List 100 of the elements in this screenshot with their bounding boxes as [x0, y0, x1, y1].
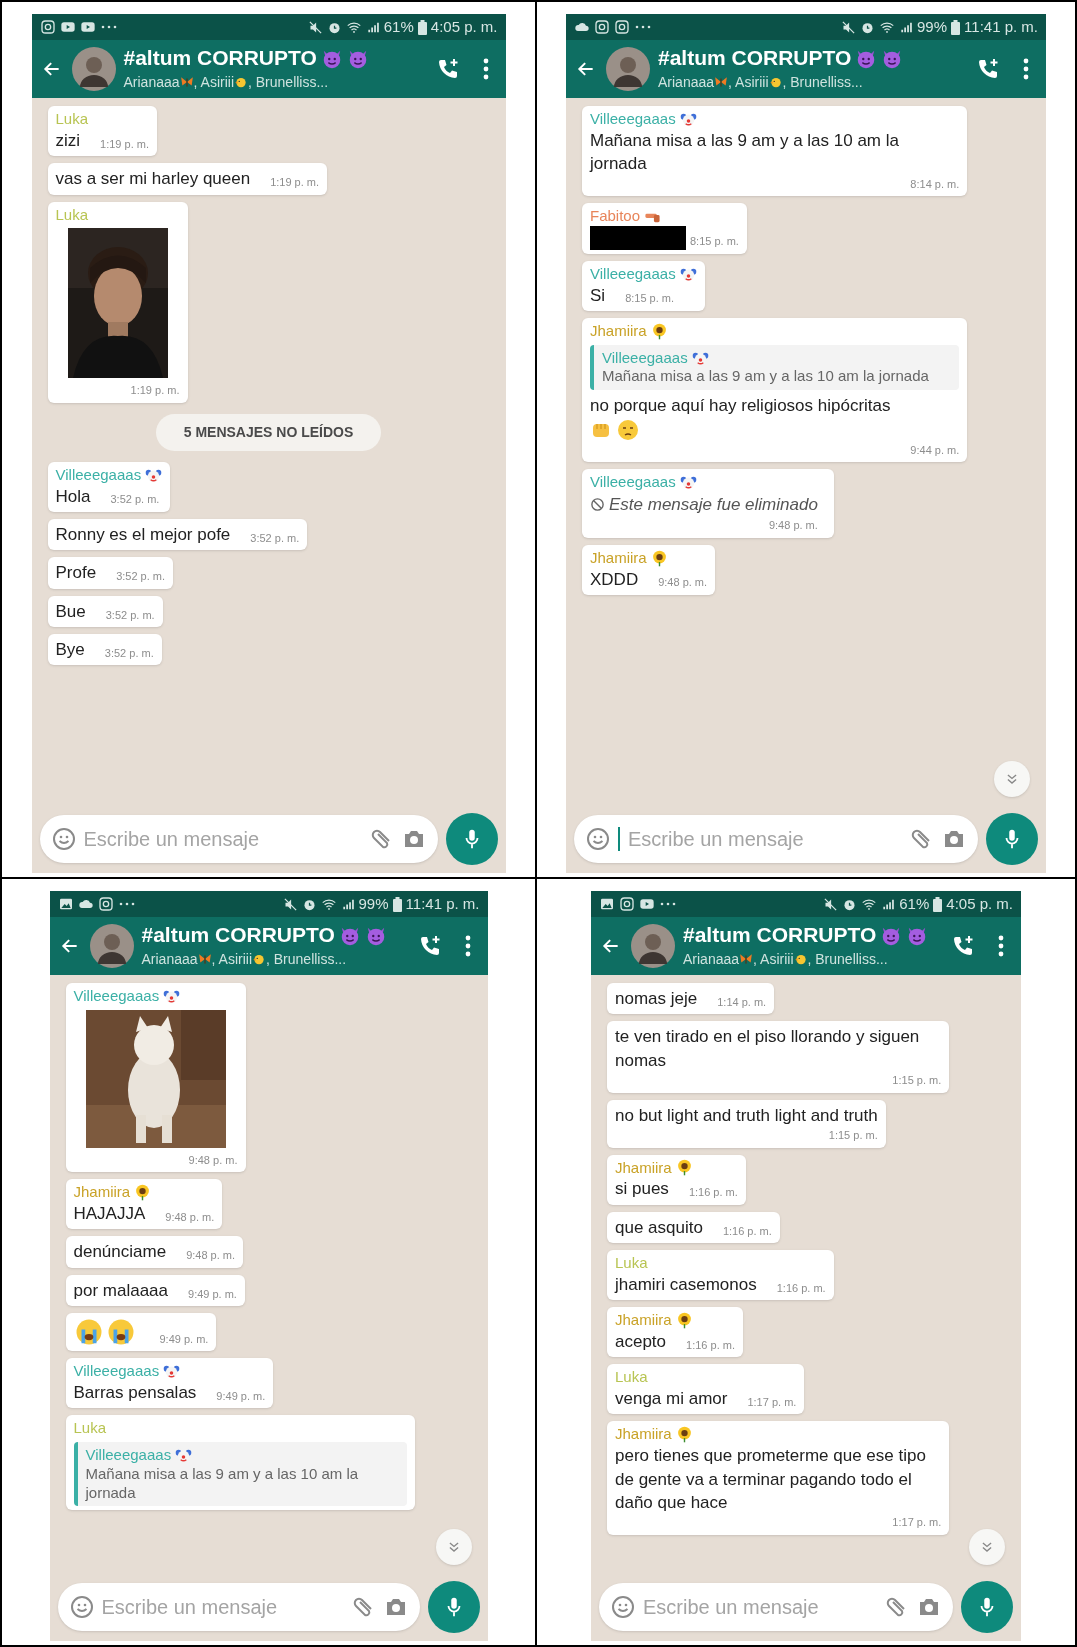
microphone-button[interactable]: [427, 1581, 480, 1633]
instagram-icon: [39, 19, 56, 35]
message-time: 1:17 p. m.: [747, 1394, 797, 1410]
message-time: 9:49 p. m.: [188, 1286, 237, 1302]
microphone-button[interactable]: [986, 813, 1038, 865]
message-time: 1:16 p. m.: [688, 1185, 738, 1201]
message-time: 1:15 p. m.: [892, 1073, 942, 1089]
member-name: , Asiriii: [753, 949, 794, 969]
message-text: acepto: [615, 1330, 667, 1353]
microphone-button[interactable]: [961, 1581, 1013, 1633]
smiley-icon[interactable]: [611, 1595, 635, 1619]
battery-icon: [933, 896, 943, 912]
member-name: Arianaaa: [683, 949, 740, 969]
more-notifications-icon: [659, 901, 677, 907]
message-time: 9:48 p. m.: [768, 518, 818, 534]
deleted-message-text: Este mensaje fue eliminado: [609, 493, 818, 516]
sunflower-icon: [650, 549, 668, 567]
message-text: no porque aquí hay religiosos hipócritas: [590, 395, 892, 418]
group-title[interactable]: #altum CORRUPTO: [141, 922, 335, 949]
message-text: Barras pensalas: [73, 1381, 197, 1404]
sender-name: Jhamiira: [590, 321, 647, 341]
sunflower-icon: [650, 322, 668, 340]
more-options-icon: [482, 58, 489, 80]
mute-icon: [841, 19, 857, 35]
battery-icon: [417, 19, 427, 35]
clown-face-icon: [163, 1363, 181, 1380]
message-time: 9:48 p. m.: [188, 1152, 238, 1168]
member-name: , Brunelliss...: [782, 72, 863, 92]
more-options-icon: [464, 935, 471, 957]
message-time: 1:16 p. m.: [722, 1223, 772, 1239]
clock-time: 4:05 p. m.: [430, 16, 498, 37]
sender-name: Luka: [55, 205, 89, 225]
message-time: 3:52 p. m.: [104, 645, 154, 661]
smiley-icon[interactable]: [586, 827, 610, 851]
sad-face-icon: [616, 417, 640, 442]
group-title[interactable]: #altum CORRUPTO: [683, 922, 877, 949]
message-text: que asquito: [615, 1216, 703, 1239]
message-time: 8:15 p. m.: [690, 234, 739, 250]
sender-name: Luka: [615, 1254, 648, 1273]
group-title[interactable]: #altum CORRUPTO: [658, 45, 852, 72]
message-input[interactable]: Escribe un mensaje: [83, 824, 362, 854]
message-time: 8:14 p. m.: [910, 176, 960, 192]
instagram-icon: [619, 896, 635, 912]
sender-name: Jhamiira: [615, 1158, 672, 1178]
message-input-field[interactable]: Escribe un mensaje: [599, 1583, 953, 1631]
group-title[interactable]: #altum CORRUPTO: [123, 45, 317, 72]
sender-name: Jhamiira: [615, 1425, 672, 1445]
clock-time: 4:05 p. m.: [946, 893, 1013, 914]
message-text: Bye: [55, 639, 85, 661]
message-text: denúnciame: [73, 1241, 167, 1264]
smiley-icon[interactable]: [69, 1595, 94, 1619]
clock-time: 11:41 p. m.: [964, 16, 1038, 37]
sender-name: Fabitoo: [590, 207, 641, 226]
avatar[interactable]: [606, 47, 650, 91]
message-input[interactable]: Escribe un mensaje: [101, 1592, 344, 1622]
message-time: 9:48 p. m.: [186, 1248, 236, 1264]
message-input-field[interactable]: Escribe un mensaje: [574, 815, 978, 863]
mute-icon: [823, 896, 839, 912]
message-time: 1:16 p. m.: [776, 1280, 826, 1296]
member-name: , Brunelliss...: [266, 949, 347, 969]
message-text: Mañana misa a las 9 am y a las 10 am la jornada: [590, 129, 900, 176]
message-text: zizi: [55, 129, 81, 152]
avatar[interactable]: [71, 47, 116, 91]
message-input[interactable]: Escribe un mensaje: [643, 1592, 877, 1622]
message-time: 1:19 p. m.: [130, 383, 180, 399]
microphone-button[interactable]: [445, 813, 498, 865]
message-time: 9:49 p. m.: [216, 1388, 266, 1404]
message-time: 3:52 p. m.: [250, 530, 300, 546]
avatar[interactable]: [631, 924, 675, 968]
quoted-message[interactable]: Villeeegaaas Mañana misa a las 9 am y a las 10 am la jornada: [590, 344, 960, 391]
message-input[interactable]: Escribe un mensaje: [628, 824, 902, 854]
sender-name: Jhamiira: [73, 1183, 131, 1202]
message-time: 3:52 p. m.: [110, 492, 160, 508]
instagram-icon: [97, 896, 114, 912]
message-text: HAJAJJA: [73, 1203, 146, 1225]
member-name: Arianaaa: [123, 72, 180, 92]
message-input-field[interactable]: Escribe un mensaje: [57, 1583, 420, 1631]
instagram-icon: [594, 19, 610, 35]
smiley-icon[interactable]: [51, 827, 76, 851]
play-button-icon: [79, 19, 96, 35]
quoted-message[interactable]: Villeeegaaas Mañana misa a las 9 am y a las 10 am la jornada: [73, 1442, 407, 1507]
message-input-field[interactable]: Escribe un mensaje: [39, 815, 438, 863]
sunflower-icon: [134, 1184, 152, 1202]
sender-name: Luka: [73, 1419, 107, 1438]
butterfly-icon: [714, 75, 729, 90]
sender-name: Villeeegaaas: [73, 1362, 160, 1381]
play-button-icon: [639, 896, 655, 912]
avatar[interactable]: [89, 924, 134, 968]
member-name: , Brunelliss...: [248, 72, 329, 92]
butterfly-icon: [179, 75, 194, 90]
sunflower-icon: [675, 1426, 693, 1444]
add-call-icon: [951, 934, 975, 958]
clock-time: 11:41 p. m.: [405, 893, 480, 914]
quoted-text: Mañana misa a las 9 am y a las 10 am la jornada: [602, 367, 930, 387]
message-time: 1:14 p. m.: [717, 994, 767, 1010]
battery-icon: [392, 896, 402, 912]
message-text: te ven tirado en el piso llorando y siguen nomas: [615, 1026, 921, 1072]
more-notifications-icon: [117, 901, 136, 907]
sender-name: Villeeegaaas: [590, 110, 676, 129]
sender-name: Villeeegaaas: [590, 473, 676, 492]
